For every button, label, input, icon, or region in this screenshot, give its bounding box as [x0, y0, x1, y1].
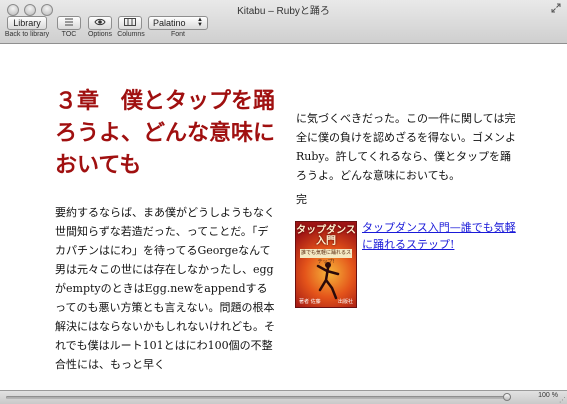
toc-label: TOC — [61, 31, 77, 38]
reading-progress-slider[interactable] — [6, 393, 511, 401]
library-button[interactable]: Library — [7, 16, 47, 30]
dancer-illustration — [316, 262, 340, 300]
resize-grip-icon[interactable]: ⋰ — [559, 396, 566, 404]
window-titlebar: Kitabu – Rubyと踊ろ Library Back to library… — [0, 0, 567, 44]
window-title: Kitabu – Rubyと踊ろ — [237, 6, 330, 17]
columns-button[interactable] — [118, 16, 142, 30]
options-button[interactable] — [88, 16, 112, 30]
updown-arrows-icon: ▲ ▼ — [197, 17, 203, 28]
cover-subtitle: 誰でも気軽に踊れるステップ! — [300, 249, 352, 265]
chapter-title: ３章 僕とタップを踊ろうよ、どんな意味においても — [55, 88, 276, 178]
reading-pane[interactable]: ３章 僕とタップを踊ろうよ、どんな意味においても 要約するならば、まあ僕がどうし… — [0, 45, 567, 390]
end-mark: 完 — [296, 193, 307, 206]
progress-percent: 100 % — [538, 392, 558, 399]
font-select-value: Palatino — [153, 18, 186, 28]
book-link[interactable]: タップダンス入門—誰でも気軽に踊れるステップ! — [362, 219, 522, 253]
cover-publisher: 出版社 — [337, 299, 353, 305]
toc-button[interactable] — [57, 16, 81, 30]
columns-icon — [124, 18, 136, 28]
cover-title: タップダンス入門 — [296, 225, 356, 247]
eye-icon — [94, 18, 106, 28]
list-icon — [64, 18, 74, 28]
font-select[interactable]: Palatino ▲ ▼ — [148, 16, 208, 30]
body-text-right-column: に気づくべきだった。この一件に関しては完全に僕の負けを認めざるを得ない。ゴメンよ… — [296, 112, 516, 182]
book-cover-image[interactable]: タップダンス入門 誰でも気軽に踊れるステップ! 著者 佐藤 出版社 — [295, 221, 357, 308]
fullscreen-icon[interactable] — [551, 3, 561, 13]
font-label: Font — [170, 31, 185, 38]
columns-label: Columns — [117, 31, 145, 38]
body-text-left-column: 要約するならば、まあ僕がどうしようもなく世間知らずな若造だった、ってことだ。「デ… — [55, 206, 275, 371]
progress-slider-knob[interactable] — [503, 393, 511, 401]
status-bar: 100 % ⋰ — [0, 390, 567, 404]
cover-author: 著者 佐藤 — [299, 299, 321, 305]
library-label: Back to library — [4, 31, 50, 38]
